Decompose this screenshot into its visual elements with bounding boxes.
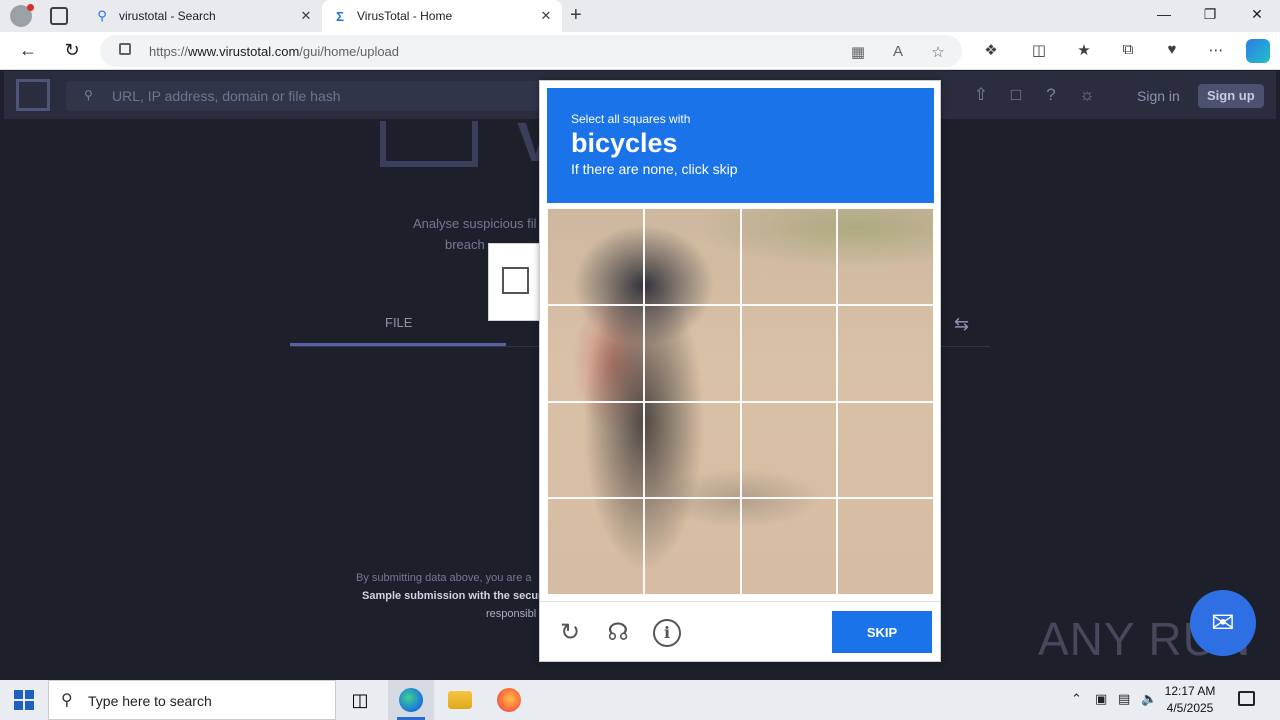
close-window-icon[interactable]: ✕ bbox=[1247, 6, 1267, 23]
terms-text: By submitting data above, you are a bbox=[356, 572, 532, 584]
captcha-tile[interactable] bbox=[837, 304, 934, 402]
taskbar-search-input[interactable]: ⚲ Type here to search bbox=[48, 680, 336, 720]
captcha-checkbox-popup bbox=[488, 243, 540, 321]
audio-challenge-icon[interactable]: ☊ bbox=[604, 619, 632, 647]
help-icon[interactable]: ? bbox=[1041, 85, 1061, 105]
url-host: www.virustotal.com bbox=[188, 44, 300, 59]
task-view-icon[interactable]: ◫ bbox=[348, 688, 372, 712]
captcha-tile[interactable] bbox=[837, 401, 934, 499]
terms-text-bold: Sample submission with the secur bbox=[362, 590, 543, 602]
reload-icon[interactable]: ↻ bbox=[556, 619, 584, 647]
captcha-challenge: Select all squares with bicycles If ther… bbox=[539, 80, 941, 662]
skip-button[interactable]: SKIP bbox=[832, 611, 932, 653]
clock-time: 12:17 AM bbox=[1164, 684, 1216, 698]
edge-browser-icon[interactable] bbox=[399, 688, 423, 712]
firefox-icon[interactable] bbox=[497, 688, 521, 712]
sign-up-button[interactable]: Sign up bbox=[1198, 84, 1264, 108]
extensions-icon[interactable]: ❖ bbox=[981, 41, 1001, 59]
upload-icon[interactable]: ⇧ bbox=[971, 85, 991, 105]
device-icon[interactable]: ▣ bbox=[1095, 691, 1107, 707]
chat-icon[interactable]: ✉ bbox=[1190, 590, 1256, 656]
tab-title: VirusTotal - Home bbox=[357, 9, 453, 23]
search-icon: ⚲ bbox=[61, 692, 73, 709]
captcha-footer-divider bbox=[540, 601, 940, 602]
hero-logo-icon bbox=[380, 121, 478, 167]
notification-center-icon[interactable] bbox=[1238, 691, 1255, 706]
volume-icon[interactable]: 🔈 bbox=[1141, 691, 1157, 707]
url-prefix: https:// bbox=[149, 44, 189, 59]
captcha-tile[interactable] bbox=[643, 498, 741, 595]
captcha-hint: If there are none, click skip bbox=[571, 161, 738, 177]
info-icon[interactable]: i bbox=[653, 619, 681, 647]
terms-text-link[interactable]: responsibl bbox=[486, 608, 536, 620]
captcha-tile[interactable] bbox=[547, 401, 644, 499]
search-icon: ⚲ bbox=[97, 8, 107, 23]
browser-essentials-icon[interactable]: ♥ bbox=[1162, 41, 1182, 58]
captcha-checkbox[interactable] bbox=[502, 267, 529, 294]
tab-file[interactable]: FILE bbox=[385, 315, 412, 330]
captcha-tile[interactable] bbox=[547, 498, 644, 595]
back-icon[interactable]: ← bbox=[17, 40, 39, 61]
taskbar-search-placeholder: Type here to search bbox=[88, 693, 212, 709]
vt-search-input[interactable]: ⚲ URL, IP address, domain or file hash bbox=[66, 81, 556, 111]
more-menu-icon[interactable]: ⋯ bbox=[1206, 41, 1226, 59]
new-tab-icon[interactable]: + bbox=[570, 4, 582, 27]
notifications-icon[interactable]: □ bbox=[1006, 85, 1026, 105]
url-text[interactable]: https://www.virustotal.com/gui/home/uplo… bbox=[149, 44, 399, 59]
app-available-icon[interactable]: ▦ bbox=[849, 43, 867, 61]
read-aloud-icon[interactable]: A bbox=[889, 43, 907, 60]
search-icon: ⚲ bbox=[84, 88, 93, 102]
address-bar[interactable]: https://www.virustotal.com/gui/home/uplo… bbox=[100, 35, 962, 67]
tab-virustotal-search[interactable]: ⚲ virustotal - Search ✕ bbox=[84, 0, 322, 32]
virustotal-logo-icon[interactable] bbox=[16, 79, 50, 111]
copilot-icon[interactable] bbox=[1246, 39, 1270, 63]
close-tab-icon[interactable]: ✕ bbox=[536, 8, 556, 24]
captcha-tile[interactable] bbox=[643, 208, 741, 305]
captcha-tile[interactable] bbox=[740, 401, 838, 499]
profile-notification-dot bbox=[27, 4, 34, 11]
captcha-target: bicycles bbox=[571, 128, 678, 158]
favorites-icon[interactable]: ★ bbox=[1074, 41, 1094, 59]
minimize-icon[interactable]: — bbox=[1154, 6, 1174, 22]
windows-start-icon[interactable] bbox=[14, 690, 34, 710]
captcha-tile[interactable] bbox=[740, 498, 838, 595]
clock[interactable]: 12:17 AM 4/5/2025 bbox=[1160, 683, 1220, 717]
tab-title: virustotal - Search bbox=[119, 9, 216, 23]
captcha-tile[interactable] bbox=[547, 304, 644, 402]
search-tab-icon[interactable]: ⇆ bbox=[954, 314, 969, 335]
split-screen-icon[interactable]: ◫ bbox=[1029, 41, 1049, 59]
analyse-description: Analyse suspicious fil bbox=[413, 216, 537, 231]
captcha-tile[interactable] bbox=[643, 401, 741, 499]
sign-in-link[interactable]: Sign in bbox=[1137, 88, 1180, 104]
clock-date: 4/5/2025 bbox=[1166, 701, 1214, 715]
captcha-tile[interactable] bbox=[837, 208, 934, 305]
captcha-tile[interactable] bbox=[740, 208, 838, 305]
captcha-prompt: Select all squares with bicycles If ther… bbox=[547, 88, 934, 203]
captcha-instruction: Select all squares with bbox=[571, 112, 691, 126]
browser-toolbar: ← ↻ https://www.virustotal.com/gui/home/… bbox=[0, 32, 1280, 70]
lock-icon bbox=[119, 43, 131, 55]
browser-tab-bar: ⚲ virustotal - Search ✕ Σ VirusTotal - H… bbox=[0, 0, 1280, 32]
breach-description: breach bbox=[445, 237, 485, 252]
show-hidden-icons-icon[interactable]: ⌃ bbox=[1071, 691, 1082, 707]
tab-actions-icon[interactable] bbox=[50, 7, 68, 25]
tab-virustotal-home[interactable]: Σ VirusTotal - Home ✕ bbox=[322, 0, 562, 32]
collections-icon[interactable]: ⧉ bbox=[1118, 41, 1138, 58]
url-path: /gui/home/upload bbox=[299, 44, 400, 59]
restore-icon[interactable]: ❐ bbox=[1200, 6, 1220, 23]
refresh-icon[interactable]: ↻ bbox=[61, 40, 83, 61]
close-tab-icon[interactable]: ✕ bbox=[296, 8, 316, 24]
taskbar: ⚲ Type here to search ◫ ⌃ ▣ ▤ 🔈 12:17 AM… bbox=[0, 680, 1280, 720]
theme-toggle-icon[interactable]: ☼ bbox=[1077, 85, 1097, 105]
file-explorer-icon[interactable] bbox=[448, 691, 472, 709]
virustotal-icon: Σ bbox=[336, 8, 344, 24]
favorite-star-icon[interactable]: ☆ bbox=[929, 43, 947, 61]
search-placeholder: URL, IP address, domain or file hash bbox=[112, 88, 341, 104]
network-icon[interactable]: ▤ bbox=[1118, 691, 1130, 707]
captcha-tile[interactable] bbox=[837, 498, 934, 595]
captcha-image-grid bbox=[547, 208, 934, 595]
captcha-tile[interactable] bbox=[740, 304, 838, 402]
captcha-tile[interactable] bbox=[547, 208, 644, 305]
captcha-tile[interactable] bbox=[643, 304, 741, 402]
